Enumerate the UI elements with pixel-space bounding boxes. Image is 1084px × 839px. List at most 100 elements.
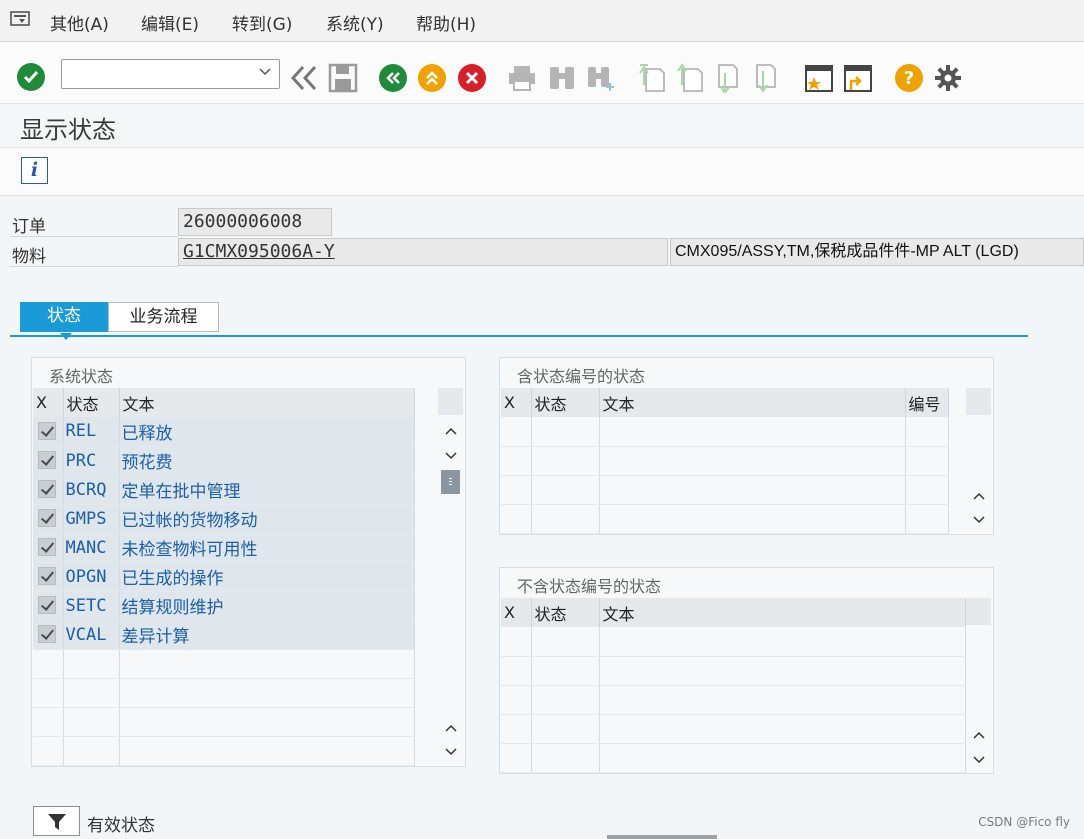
checkbox[interactable]	[38, 509, 56, 527]
next-page-icon[interactable]	[715, 63, 743, 93]
status-text: 预花费	[119, 446, 415, 476]
back-icon[interactable]	[379, 64, 407, 92]
menu-other[interactable]: 其他(A)	[50, 10, 109, 35]
vertical-scrollbar[interactable]	[966, 388, 991, 532]
tab-strip	[10, 335, 1028, 337]
checkbox[interactable]	[38, 421, 56, 440]
last-page-icon[interactable]	[753, 63, 781, 93]
find-next-icon[interactable]	[586, 63, 616, 93]
table-row[interactable]: PRC 预花费	[33, 446, 415, 476]
table-row[interactable]	[501, 656, 966, 686]
checkbox[interactable]	[38, 538, 56, 556]
filter-icon	[48, 814, 66, 830]
column-header-status[interactable]: 状态	[531, 598, 600, 627]
scroll-down-icon[interactable]	[438, 444, 463, 466]
scroll-up-icon[interactable]	[438, 419, 463, 441]
scroll-up-icon[interactable]	[966, 484, 991, 506]
table-row[interactable]	[33, 678, 415, 708]
first-page-icon[interactable]	[638, 63, 666, 93]
print-icon[interactable]	[507, 64, 537, 92]
scroll-down-icon[interactable]	[966, 748, 991, 770]
panel-title: 不含状态编号的状态	[517, 577, 662, 596]
prev-page-icon[interactable]	[676, 63, 704, 93]
menu-system[interactable]: 系统(Y)	[326, 10, 384, 35]
menu-goto[interactable]: 转到(G)	[232, 10, 292, 35]
info-icon[interactable]: i	[21, 157, 48, 184]
column-header-status[interactable]: 状态	[63, 388, 120, 417]
table-row[interactable]	[501, 475, 949, 505]
menu-icon[interactable]	[10, 10, 32, 28]
column-header-x[interactable]: X	[501, 598, 532, 627]
checkbox[interactable]	[38, 451, 56, 469]
tab-status[interactable]: 状态	[20, 302, 108, 340]
table-row[interactable]	[501, 446, 949, 476]
unnumbered-status-table: X 状态 文本	[501, 598, 966, 773]
order-field[interactable]: 26000006008	[178, 208, 332, 236]
column-header-text[interactable]: 文本	[599, 388, 906, 417]
help-icon[interactable]: ?	[895, 64, 923, 92]
column-header-text[interactable]: 文本	[119, 388, 415, 417]
panel-title: 含状态编号的状态	[517, 367, 646, 386]
vertical-scrollbar[interactable]	[966, 598, 991, 771]
scroll-down-icon[interactable]	[966, 508, 991, 530]
column-header-status[interactable]: 状态	[531, 388, 600, 417]
checkbox[interactable]	[38, 567, 56, 585]
table-row[interactable]: BCRQ 定单在批中管理	[33, 475, 415, 505]
table-row[interactable]: GMPS 已过帐的货物移动	[33, 504, 415, 534]
table-row[interactable]: SETC 结算规则维护	[33, 591, 415, 621]
table-row[interactable]	[33, 736, 415, 766]
vertical-scrollbar[interactable]	[438, 388, 463, 764]
table-row[interactable]: REL 已释放	[33, 417, 415, 447]
material-label: 物料	[12, 247, 46, 267]
column-header-x[interactable]: X	[501, 388, 532, 417]
table-row[interactable]	[501, 417, 949, 447]
tab-business-process[interactable]: 业务流程	[108, 302, 219, 332]
scroll-up-icon[interactable]	[438, 716, 463, 738]
command-field[interactable]	[61, 59, 280, 89]
scroll-up-icon[interactable]	[966, 723, 991, 745]
cancel-icon[interactable]	[458, 64, 486, 92]
find-icon[interactable]	[547, 63, 577, 93]
column-header-text[interactable]: 文本	[599, 598, 966, 627]
material-field[interactable]: G1CMX095006A-Y	[178, 238, 668, 266]
new-session-icon[interactable]	[804, 63, 834, 93]
bottom-scrollbar[interactable]	[607, 835, 717, 839]
menu-help[interactable]: 帮助(H)	[416, 10, 476, 35]
table-row[interactable]	[501, 743, 966, 773]
application-toolbar	[0, 148, 1084, 196]
table-row[interactable]	[501, 504, 949, 534]
shortcut-icon[interactable]	[843, 63, 873, 93]
settings-icon[interactable]	[933, 63, 963, 93]
checkbox[interactable]	[38, 625, 56, 643]
status-code: SETC	[63, 591, 120, 621]
table-row[interactable]: MANC 未检查物料可用性	[33, 533, 415, 563]
save-icon[interactable]	[328, 63, 358, 93]
status-text: 已释放	[119, 417, 415, 447]
checkbox[interactable]	[38, 596, 56, 614]
command-input[interactable]	[66, 61, 246, 87]
table-row[interactable]	[501, 627, 966, 657]
chevron-down-icon[interactable]	[259, 64, 271, 80]
status-code: OPGN	[63, 562, 120, 592]
column-header-number[interactable]: 编号	[905, 388, 949, 417]
filter-button[interactable]	[33, 806, 80, 836]
scroll-down-icon[interactable]	[438, 740, 463, 762]
table-row[interactable]: OPGN 已生成的操作	[33, 562, 415, 592]
panel-title: 系统状态	[49, 367, 114, 386]
exit-icon[interactable]	[418, 64, 446, 92]
table-row[interactable]	[501, 714, 966, 744]
column-header-x[interactable]: X	[33, 388, 64, 417]
menu-edit[interactable]: 编辑(E)	[141, 10, 199, 35]
enter-icon[interactable]	[17, 63, 45, 91]
scrollbar-header	[438, 388, 463, 415]
back-double-icon[interactable]	[289, 64, 319, 92]
table-row[interactable]: VCAL 差异计算	[33, 620, 415, 650]
table-row[interactable]	[33, 649, 415, 679]
scroll-thumb[interactable]	[441, 470, 460, 494]
field-divider	[10, 266, 178, 267]
table-row[interactable]	[33, 707, 415, 737]
order-label: 订单	[12, 217, 46, 237]
table-row[interactable]	[501, 685, 966, 715]
checkbox[interactable]	[38, 480, 56, 498]
status-code: REL	[63, 417, 120, 447]
